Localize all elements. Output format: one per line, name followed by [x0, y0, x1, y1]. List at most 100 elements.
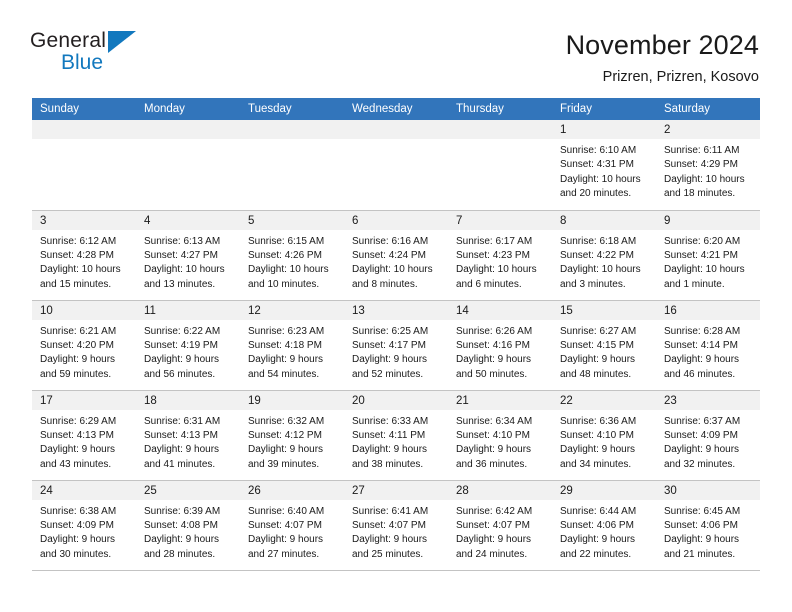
- day-cell[interactable]: 8 Sunrise: 6:18 AM Sunset: 4:22 PM Daylight…: [552, 209, 656, 300]
- sunrise-text: Sunrise: 6:13 AM: [144, 235, 221, 247]
- sunrise-text: Sunrise: 6:40 AM: [248, 505, 325, 517]
- sunrise-text: Sunrise: 6:33 AM: [352, 415, 429, 427]
- daylight-text: Daylight: 10 hours and 13 minutes.: [144, 264, 225, 290]
- day-cell[interactable]: 21 Sunrise: 6:34 AM Sunset: 4:10 PM Dayligh…: [448, 389, 552, 480]
- day-details: Sunrise: 6:11 AM Sunset: 4:29 PM Daylight:…: [656, 139, 760, 202]
- sunset-text: Sunset: 4:13 PM: [144, 429, 218, 441]
- calendar-page: General Blue November 2024 Prizren, Priz…: [0, 0, 792, 612]
- sunrise-text: Sunrise: 6:21 AM: [40, 325, 117, 337]
- day-details: Sunrise: 6:26 AM Sunset: 4:16 PM Daylight:…: [448, 320, 552, 383]
- day-cell[interactable]: 3 Sunrise: 6:12 AM Sunset: 4:28 PM Daylight…: [32, 209, 136, 300]
- daylight-text: Daylight: 10 hours and 3 minutes.: [560, 264, 641, 290]
- day-cell[interactable]: 17 Sunrise: 6:29 AM Sunset: 4:13 PM Dayligh…: [32, 389, 136, 480]
- general-blue-logo[interactable]: General Blue: [30, 28, 150, 80]
- sunrise-text: Sunrise: 6:23 AM: [248, 325, 325, 337]
- daylight-text: Daylight: 9 hours and 21 minutes.: [664, 534, 740, 560]
- sunrise-text: Sunrise: 6:17 AM: [456, 235, 533, 247]
- day-cell[interactable]: 9 Sunrise: 6:20 AM Sunset: 4:21 PM Daylight…: [656, 209, 760, 300]
- sunset-text: Sunset: 4:20 PM: [40, 339, 114, 351]
- daylight-text: Daylight: 10 hours and 6 minutes.: [456, 264, 537, 290]
- sunrise-text: Sunrise: 6:31 AM: [144, 415, 221, 427]
- day-cell[interactable]: 18 Sunrise: 6:31 AM Sunset: 4:13 PM Dayligh…: [136, 389, 240, 480]
- daylight-text: Daylight: 9 hours and 25 minutes.: [352, 534, 428, 560]
- day-number: 25: [136, 480, 240, 500]
- day-number: 23: [656, 390, 760, 410]
- day-cell[interactable]: 22 Sunrise: 6:36 AM Sunset: 4:10 PM Dayligh…: [552, 389, 656, 480]
- sunrise-text: Sunrise: 6:42 AM: [456, 505, 533, 517]
- day-cell[interactable]: 20 Sunrise: 6:33 AM Sunset: 4:11 PM Dayligh…: [344, 389, 448, 480]
- day-cell[interactable]: 28 Sunrise: 6:42 AM Sunset: 4:07 PM Dayligh…: [448, 479, 552, 571]
- sunset-text: Sunset: 4:08 PM: [144, 519, 218, 531]
- calendar-body: 1 Sunrise: 6:10 AM Sunset: 4:31 PM Daylight…: [32, 120, 760, 571]
- day-details: Sunrise: 6:13 AM Sunset: 4:27 PM Daylight:…: [136, 230, 240, 293]
- day-cell[interactable]: 26 Sunrise: 6:40 AM Sunset: 4:07 PM Dayligh…: [240, 479, 344, 571]
- day-cell[interactable]: 15 Sunrise: 6:27 AM Sunset: 4:15 PM Dayligh…: [552, 299, 656, 390]
- day-cell[interactable]: 4 Sunrise: 6:13 AM Sunset: 4:27 PM Daylight…: [136, 209, 240, 300]
- day-number: 21: [448, 390, 552, 410]
- day-cell[interactable]: 19 Sunrise: 6:32 AM Sunset: 4:12 PM Dayligh…: [240, 389, 344, 480]
- daylight-text: Daylight: 9 hours and 43 minutes.: [40, 444, 116, 470]
- day-cell[interactable]: 13 Sunrise: 6:25 AM Sunset: 4:17 PM Dayligh…: [344, 299, 448, 390]
- calendar-week-row: 24 Sunrise: 6:38 AM Sunset: 4:09 PM Dayligh…: [32, 479, 760, 571]
- day-number: [448, 120, 552, 139]
- page-title: November 2024: [565, 30, 759, 60]
- day-cell[interactable]: 1 Sunrise: 6:10 AM Sunset: 4:31 PM Daylight…: [552, 120, 656, 210]
- day-cell[interactable]: 16 Sunrise: 6:28 AM Sunset: 4:14 PM Dayligh…: [656, 299, 760, 390]
- daylight-text: Daylight: 9 hours and 52 minutes.: [352, 354, 428, 380]
- day-details: Sunrise: 6:42 AM Sunset: 4:07 PM Daylight:…: [448, 500, 552, 563]
- day-cell[interactable]: 11 Sunrise: 6:22 AM Sunset: 4:19 PM Dayligh…: [136, 299, 240, 390]
- sunset-text: Sunset: 4:07 PM: [456, 519, 530, 531]
- day-cell[interactable]: 25 Sunrise: 6:39 AM Sunset: 4:08 PM Dayligh…: [136, 479, 240, 571]
- day-details: Sunrise: 6:23 AM Sunset: 4:18 PM Daylight:…: [240, 320, 344, 383]
- sunset-text: Sunset: 4:22 PM: [560, 249, 634, 261]
- sunset-text: Sunset: 4:15 PM: [560, 339, 634, 351]
- sunrise-text: Sunrise: 6:12 AM: [40, 235, 117, 247]
- sunset-text: Sunset: 4:18 PM: [248, 339, 322, 351]
- day-cell-empty: [344, 120, 448, 210]
- sunset-text: Sunset: 4:13 PM: [40, 429, 114, 441]
- day-number: 29: [552, 480, 656, 500]
- sunrise-text: Sunrise: 6:16 AM: [352, 235, 429, 247]
- day-cell[interactable]: 12 Sunrise: 6:23 AM Sunset: 4:18 PM Dayligh…: [240, 299, 344, 390]
- day-cell[interactable]: 5 Sunrise: 6:15 AM Sunset: 4:26 PM Daylight…: [240, 209, 344, 300]
- day-cell[interactable]: 27 Sunrise: 6:41 AM Sunset: 4:07 PM Dayligh…: [344, 479, 448, 571]
- calendar-header-row: Sunday Monday Tuesday Wednesday Thursday…: [32, 98, 760, 120]
- sunset-text: Sunset: 4:26 PM: [248, 249, 322, 261]
- daylight-text: Daylight: 9 hours and 32 minutes.: [664, 444, 740, 470]
- sunset-text: Sunset: 4:23 PM: [456, 249, 530, 261]
- sunrise-text: Sunrise: 6:29 AM: [40, 415, 117, 427]
- day-cell[interactable]: 6 Sunrise: 6:16 AM Sunset: 4:24 PM Daylight…: [344, 209, 448, 300]
- day-number: 11: [136, 300, 240, 320]
- day-cell[interactable]: 23 Sunrise: 6:37 AM Sunset: 4:09 PM Dayligh…: [656, 389, 760, 480]
- day-details: Sunrise: 6:38 AM Sunset: 4:09 PM Daylight:…: [32, 500, 136, 563]
- calendar-grid: Sunday Monday Tuesday Wednesday Thursday…: [32, 98, 760, 571]
- sunset-text: Sunset: 4:10 PM: [456, 429, 530, 441]
- day-details: Sunrise: 6:37 AM Sunset: 4:09 PM Daylight:…: [656, 410, 760, 473]
- day-details: Sunrise: 6:32 AM Sunset: 4:12 PM Daylight:…: [240, 410, 344, 473]
- day-number: 12: [240, 300, 344, 320]
- day-cell[interactable]: 10 Sunrise: 6:21 AM Sunset: 4:20 PM Dayligh…: [32, 299, 136, 390]
- day-cell[interactable]: 29 Sunrise: 6:44 AM Sunset: 4:06 PM Dayligh…: [552, 479, 656, 571]
- day-cell[interactable]: 14 Sunrise: 6:26 AM Sunset: 4:16 PM Dayligh…: [448, 299, 552, 390]
- day-details: Sunrise: 6:20 AM Sunset: 4:21 PM Daylight:…: [656, 230, 760, 293]
- day-cell[interactable]: 24 Sunrise: 6:38 AM Sunset: 4:09 PM Dayligh…: [32, 479, 136, 571]
- daylight-text: Daylight: 9 hours and 56 minutes.: [144, 354, 220, 380]
- day-number: 20: [344, 390, 448, 410]
- day-cell[interactable]: 7 Sunrise: 6:17 AM Sunset: 4:23 PM Daylight…: [448, 209, 552, 300]
- sunrise-text: Sunrise: 6:27 AM: [560, 325, 637, 337]
- weekday-header-saturday: Saturday: [656, 98, 760, 120]
- day-number: 7: [448, 210, 552, 230]
- daylight-text: Daylight: 9 hours and 30 minutes.: [40, 534, 116, 560]
- sunrise-text: Sunrise: 6:41 AM: [352, 505, 429, 517]
- day-number: 19: [240, 390, 344, 410]
- daylight-text: Daylight: 9 hours and 27 minutes.: [248, 534, 324, 560]
- day-details: Sunrise: 6:36 AM Sunset: 4:10 PM Daylight:…: [552, 410, 656, 473]
- sunset-text: Sunset: 4:14 PM: [664, 339, 738, 351]
- weekday-header-tuesday: Tuesday: [240, 98, 344, 120]
- sunrise-text: Sunrise: 6:45 AM: [664, 505, 741, 517]
- daylight-text: Daylight: 10 hours and 8 minutes.: [352, 264, 433, 290]
- day-details: Sunrise: 6:45 AM Sunset: 4:06 PM Daylight:…: [656, 500, 760, 563]
- day-cell[interactable]: 30 Sunrise: 6:45 AM Sunset: 4:06 PM Dayligh…: [656, 479, 760, 571]
- day-cell[interactable]: 2 Sunrise: 6:11 AM Sunset: 4:29 PM Daylight…: [656, 120, 760, 210]
- sunrise-text: Sunrise: 6:39 AM: [144, 505, 221, 517]
